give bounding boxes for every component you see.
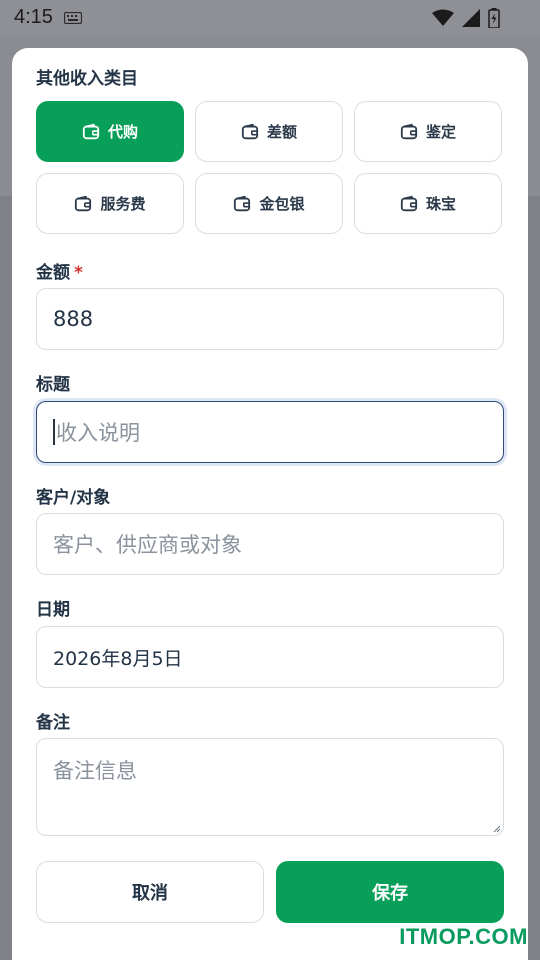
category-label: 差额 (266, 123, 297, 141)
wallet-icon (75, 195, 92, 211)
category-jinbaoyin-button[interactable]: 金包银 (195, 173, 343, 234)
date-value: 2026年8月5日 (53, 647, 183, 670)
customer-label: 客户/对象 (36, 488, 111, 508)
battery-icon (488, 8, 500, 28)
category-service-fee-button[interactable]: 服务费 (36, 173, 184, 234)
title-input[interactable]: 收入说明 (36, 401, 504, 463)
amount-label-text: 金额 (36, 263, 70, 283)
keyboard-icon (64, 12, 82, 24)
note-placeholder: 备注信息 (53, 759, 137, 783)
date-input[interactable]: 2026年8月5日 (36, 626, 504, 688)
customer-input[interactable]: 客户、供应商或对象 (36, 513, 504, 575)
category-label: 鉴定 (425, 123, 456, 141)
title-placeholder: 收入说明 (56, 421, 140, 445)
wallet-icon (400, 195, 418, 211)
status-time: 4:15 (14, 6, 53, 28)
wallet-icon (234, 195, 251, 211)
category-label: 珠宝 (425, 195, 456, 213)
text-cursor (53, 419, 55, 445)
cancel-button[interactable]: 取消 (36, 861, 264, 923)
note-label: 备注 (36, 713, 70, 733)
note-textarea[interactable]: 备注信息 (36, 738, 504, 836)
wallet-icon (400, 123, 418, 139)
category-jianding-button[interactable]: 鉴定 (354, 101, 502, 162)
category-section-title: 其他收入类目 (36, 69, 138, 89)
category-chae-button[interactable]: 差额 (195, 101, 343, 162)
category-daigou-button[interactable]: 代购 (36, 101, 184, 162)
title-label: 标题 (36, 375, 70, 395)
income-form-sheet: 其他收入类目 代购 差额 鉴定 服务费 金包银 珠宝 金额 * 888 标题 收… (12, 48, 528, 960)
customer-placeholder: 客户、供应商或对象 (53, 533, 242, 557)
amount-label: 金额 * (36, 258, 83, 283)
category-jewelry-button[interactable]: 珠宝 (354, 173, 502, 234)
wallet-icon (241, 123, 259, 139)
wifi-icon (432, 9, 454, 26)
category-label: 服务费 (100, 195, 146, 213)
category-label: 金包银 (259, 195, 305, 213)
signal-icon (462, 9, 480, 27)
status-bar: 4:15 (0, 0, 540, 36)
site-watermark: ITMOP.COM (399, 924, 528, 949)
save-button[interactable]: 保存 (276, 861, 504, 923)
date-label: 日期 (36, 600, 70, 620)
required-mark: * (74, 263, 83, 283)
resize-handle-icon[interactable] (493, 825, 501, 833)
wallet-icon (82, 123, 100, 139)
category-label: 代购 (107, 123, 138, 141)
amount-value: 888 (53, 307, 94, 331)
amount-input[interactable]: 888 (36, 288, 504, 350)
